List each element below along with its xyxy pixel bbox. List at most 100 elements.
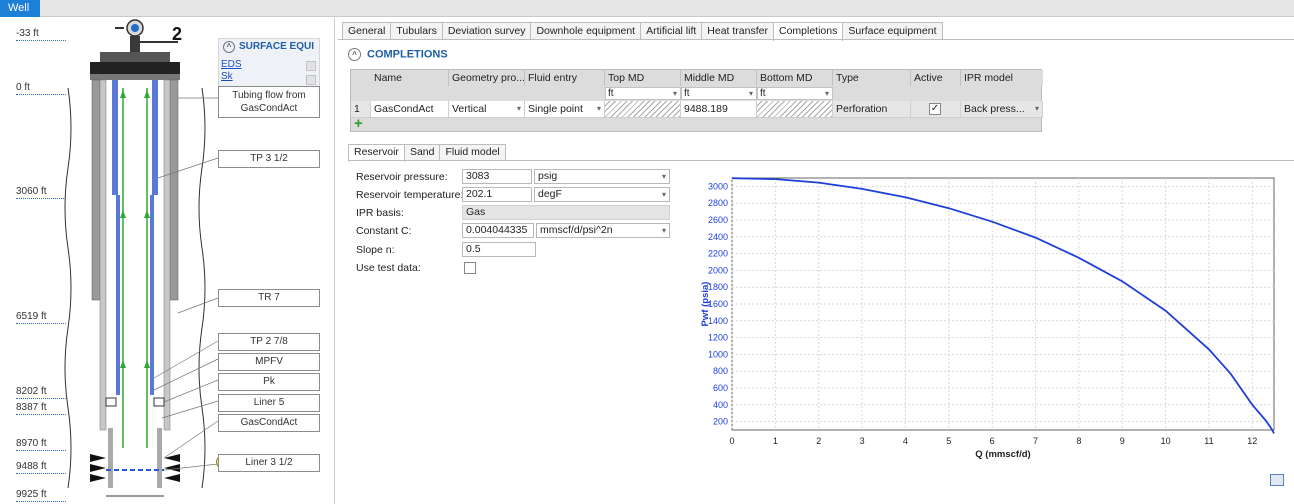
subtab-sand[interactable]: Sand xyxy=(403,144,441,161)
collapse-icon[interactable]: ^ xyxy=(223,41,235,53)
tab-surface-equipment[interactable]: Surface equipment xyxy=(842,22,943,40)
x-tick-label: 5 xyxy=(946,436,951,446)
callout-mpfv[interactable]: MPFV xyxy=(218,353,320,371)
y-tick-label: 2600 xyxy=(708,215,728,225)
tab-tubulars[interactable]: Tubulars xyxy=(390,22,443,40)
column-header[interactable]: IPR model xyxy=(961,70,1043,86)
column-header[interactable]: Fluid entry xyxy=(525,70,605,86)
ipr-chart-svg: 2004006008001000120014001600180020002200… xyxy=(700,177,1275,460)
reservoir-pressure-label: Reservoir pressure: xyxy=(356,171,448,183)
x-tick-label: 1 xyxy=(773,436,778,446)
ipr-basis-value: Gas xyxy=(462,205,670,220)
callout-tubing-flow[interactable]: Tubing flow from GasCondAct xyxy=(218,86,320,118)
column-header[interactable]: Top MD xyxy=(605,70,681,86)
x-tick-label: 7 xyxy=(1033,436,1038,446)
subtab-fluid-model[interactable]: Fluid model xyxy=(439,144,506,161)
surface-equipment-title[interactable]: ^ SURFACE EQUI xyxy=(223,41,314,53)
pressure-unit-select[interactable]: psig ▾ xyxy=(534,169,670,184)
unit-select-bottom-md[interactable]: ft ▾ xyxy=(757,87,833,100)
completions-panel: General Tubulars Deviation survey Downho… xyxy=(338,18,1294,504)
constant-c-label: Constant C: xyxy=(356,225,412,237)
cell-fluid-entry[interactable]: Single point ▾ xyxy=(525,101,605,118)
cell-geometry[interactable]: Vertical ▾ xyxy=(449,101,525,118)
cell-active[interactable]: ✓ xyxy=(911,101,961,118)
callout-gascondact[interactable]: GasCondAct xyxy=(218,414,320,432)
add-row-button[interactable]: + xyxy=(354,116,368,131)
x-axis-label: Q (mmscf/d) xyxy=(975,449,1030,460)
y-tick-label: 3000 xyxy=(708,181,728,191)
chevron-down-icon: ▾ xyxy=(516,104,521,113)
x-tick-label: 10 xyxy=(1161,436,1171,446)
callout-tp-2-7-8[interactable]: TP 2 7/8 xyxy=(218,333,320,351)
cell-bottom-md xyxy=(757,101,833,118)
depth-label: -33 ft xyxy=(16,28,66,41)
y-tick-label: 2400 xyxy=(708,232,728,242)
tab-artificial-lift[interactable]: Artificial lift xyxy=(640,22,703,40)
tab-downhole-equipment[interactable]: Downhole equipment xyxy=(530,22,642,40)
column-header[interactable]: Name xyxy=(371,70,449,86)
x-tick-label: 2 xyxy=(816,436,821,446)
unit-select-top-md[interactable]: ft ▾ xyxy=(605,87,681,100)
x-tick-label: 9 xyxy=(1120,436,1125,446)
callout-tr-7[interactable]: TR 7 xyxy=(218,289,320,307)
temperature-unit-select[interactable]: degF ▾ xyxy=(534,187,670,202)
collapse-icon[interactable]: ^ xyxy=(348,48,361,61)
column-header[interactable]: Type xyxy=(833,70,911,86)
constant-c-unit-select[interactable]: mmscf/d/psi^2n ▾ xyxy=(536,223,670,238)
column-header[interactable]: Active xyxy=(911,70,961,86)
y-tick-label: 2200 xyxy=(708,249,728,259)
reservoir-pressure-input[interactable]: 3083 xyxy=(462,169,532,184)
depth-label: 9925 ft xyxy=(16,489,66,502)
column-header[interactable]: Middle MD xyxy=(681,70,757,86)
active-checkbox[interactable]: ✓ xyxy=(929,103,941,115)
chevron-down-icon: ▾ xyxy=(672,89,677,98)
column-header[interactable]: Bottom MD xyxy=(757,70,833,86)
reservoir-temperature-input[interactable]: 202.1 xyxy=(462,187,532,202)
chevron-down-icon: ▾ xyxy=(596,104,601,113)
wellhead-number: 2 xyxy=(172,24,182,44)
subtab-bar: Reservoir Sand Fluid model xyxy=(348,144,506,162)
constant-c-input[interactable]: 0.004044335 xyxy=(462,223,534,238)
depth-label: 3060 ft xyxy=(16,186,66,199)
cell-name[interactable]: GasCondAct xyxy=(371,101,449,118)
cell-ipr-model[interactable]: Back press... ▾ xyxy=(961,101,1043,118)
y-tick-label: 1200 xyxy=(708,333,728,343)
scroll-up-icon[interactable] xyxy=(306,61,316,71)
tab-well[interactable]: Well xyxy=(0,0,40,17)
chevron-down-icon: ▾ xyxy=(661,226,666,235)
tab-deviation-survey[interactable]: Deviation survey xyxy=(441,22,532,40)
y-tick-label: 200 xyxy=(713,417,728,427)
callout-tp-3-1-2[interactable]: TP 3 1/2 xyxy=(218,150,320,168)
depth-label: 8970 ft xyxy=(16,438,66,451)
use-test-data-checkbox[interactable] xyxy=(464,262,476,274)
x-tick-label: 8 xyxy=(1076,436,1081,446)
depth-label: 6519 ft xyxy=(16,311,66,324)
tab-heat-transfer[interactable]: Heat transfer xyxy=(701,22,774,40)
x-tick-label: 6 xyxy=(990,436,995,446)
tab-general[interactable]: General xyxy=(342,22,392,40)
depth-label: 8387 ft xyxy=(16,402,66,415)
y-tick-label: 400 xyxy=(713,400,728,410)
callout-liner-3-1-2[interactable]: Liner 3 1/2 xyxy=(218,454,320,472)
callout-pk[interactable]: Pk xyxy=(218,373,320,391)
section-title[interactable]: ^ COMPLETIONS xyxy=(348,48,448,61)
unit-select-middle-md[interactable]: ft ▾ xyxy=(681,87,757,100)
table-view-icon[interactable] xyxy=(1270,474,1284,486)
chevron-down-icon: ▾ xyxy=(1034,104,1039,113)
window-tab-bar: Well xyxy=(0,0,1294,17)
scroll-down-icon[interactable] xyxy=(306,75,316,85)
subtab-divider xyxy=(348,160,1294,161)
surface-link-sk[interactable]: Sk xyxy=(221,71,233,82)
chevron-down-icon: ▾ xyxy=(748,89,753,98)
depth-label: 8202 ft xyxy=(16,386,66,399)
callout-liner-5[interactable]: Liner 5 xyxy=(218,394,320,412)
cell-middle-md[interactable]: 9488.189 xyxy=(681,101,757,118)
y-tick-label: 2000 xyxy=(708,265,728,275)
chevron-down-icon: ▾ xyxy=(661,190,666,199)
slope-input[interactable]: 0.5 xyxy=(462,242,536,257)
surface-link-eds[interactable]: EDS xyxy=(221,59,242,70)
x-tick-label: 11 xyxy=(1204,436,1213,446)
column-header[interactable]: Geometry pro... xyxy=(449,70,525,86)
perforation-icon xyxy=(90,454,180,482)
completions-grid: Name Geometry pro... Fluid entry Top MD … xyxy=(350,69,1043,132)
